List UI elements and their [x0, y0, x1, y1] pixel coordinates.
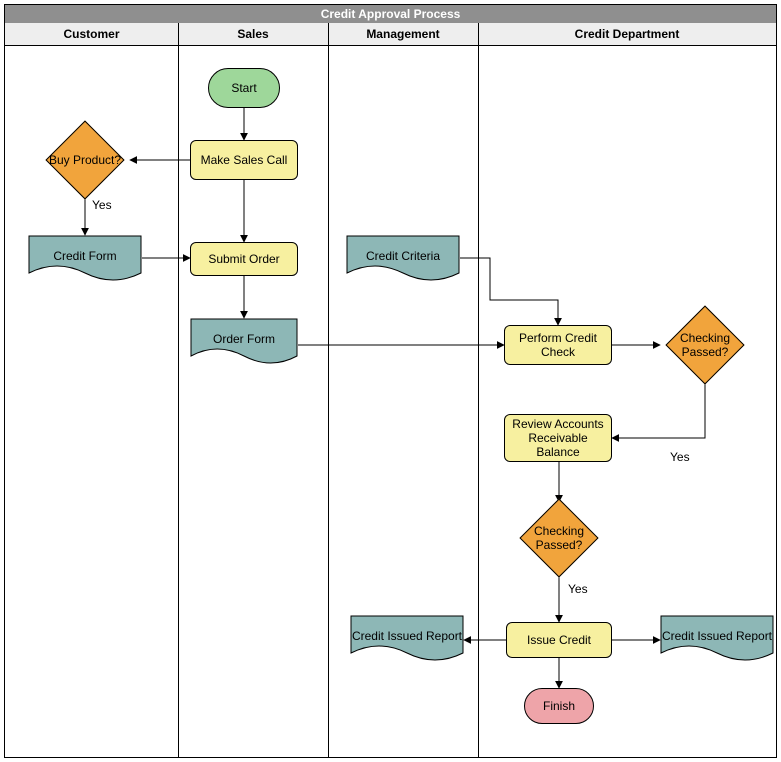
process-perform-credit-check: Perform Credit Check — [504, 325, 612, 365]
process-submit-order: Submit Order — [190, 242, 298, 276]
lane-separator — [328, 23, 329, 757]
doc-credit-issued-report-right: Credit Issued Report — [660, 615, 774, 665]
decision-label: Checking Passed? — [660, 309, 750, 381]
edge-label-yes: Yes — [670, 450, 690, 464]
decision-checking-passed-1: Checking Passed? — [660, 309, 750, 381]
lane-head-customer: Customer — [5, 23, 178, 45]
doc-label: Credit Criteria — [346, 235, 460, 285]
decision-label: Checking Passed? — [514, 502, 604, 574]
edge-label-yes: Yes — [92, 198, 112, 212]
edge-label-yes: Yes — [568, 582, 588, 596]
swimlane-diagram: Credit Approval Process Customer Sales M… — [0, 0, 781, 762]
process-review-ar: Review Accounts Receivable Balance — [504, 414, 612, 462]
finish-terminator: Finish — [524, 688, 594, 724]
process-label: Make Sales Call — [201, 153, 288, 167]
decision-label: Buy Product? — [40, 125, 130, 195]
lane-separator — [178, 23, 179, 757]
start-label: Start — [231, 81, 256, 95]
process-issue-credit: Issue Credit — [506, 622, 612, 658]
lane-head-credit: Credit Department — [478, 23, 776, 45]
doc-order-form: Order Form — [190, 318, 298, 368]
doc-label: Credit Issued Report — [350, 615, 464, 665]
lane-headers: Customer Sales Management Credit Departm… — [5, 23, 776, 46]
process-make-sales-call: Make Sales Call — [190, 140, 298, 180]
lane-head-management: Management — [328, 23, 478, 45]
process-label: Issue Credit — [527, 633, 591, 647]
doc-label: Credit Issued Report — [660, 615, 774, 665]
decision-checking-passed-2: Checking Passed? — [514, 502, 604, 574]
doc-label: Credit Form — [28, 235, 142, 285]
process-label: Review Accounts Receivable Balance — [507, 417, 609, 459]
decision-buy-product: Buy Product? — [40, 125, 130, 195]
doc-credit-criteria: Credit Criteria — [346, 235, 460, 285]
process-label: Perform Credit Check — [507, 331, 609, 359]
process-label: Submit Order — [208, 252, 279, 266]
start-terminator: Start — [208, 68, 280, 108]
lane-separator — [478, 23, 479, 757]
doc-label: Order Form — [190, 318, 298, 368]
doc-credit-form: Credit Form — [28, 235, 142, 285]
lane-head-sales: Sales — [178, 23, 328, 45]
pool-title: Credit Approval Process — [5, 5, 776, 24]
finish-label: Finish — [543, 699, 575, 713]
doc-credit-issued-report-left: Credit Issued Report — [350, 615, 464, 665]
